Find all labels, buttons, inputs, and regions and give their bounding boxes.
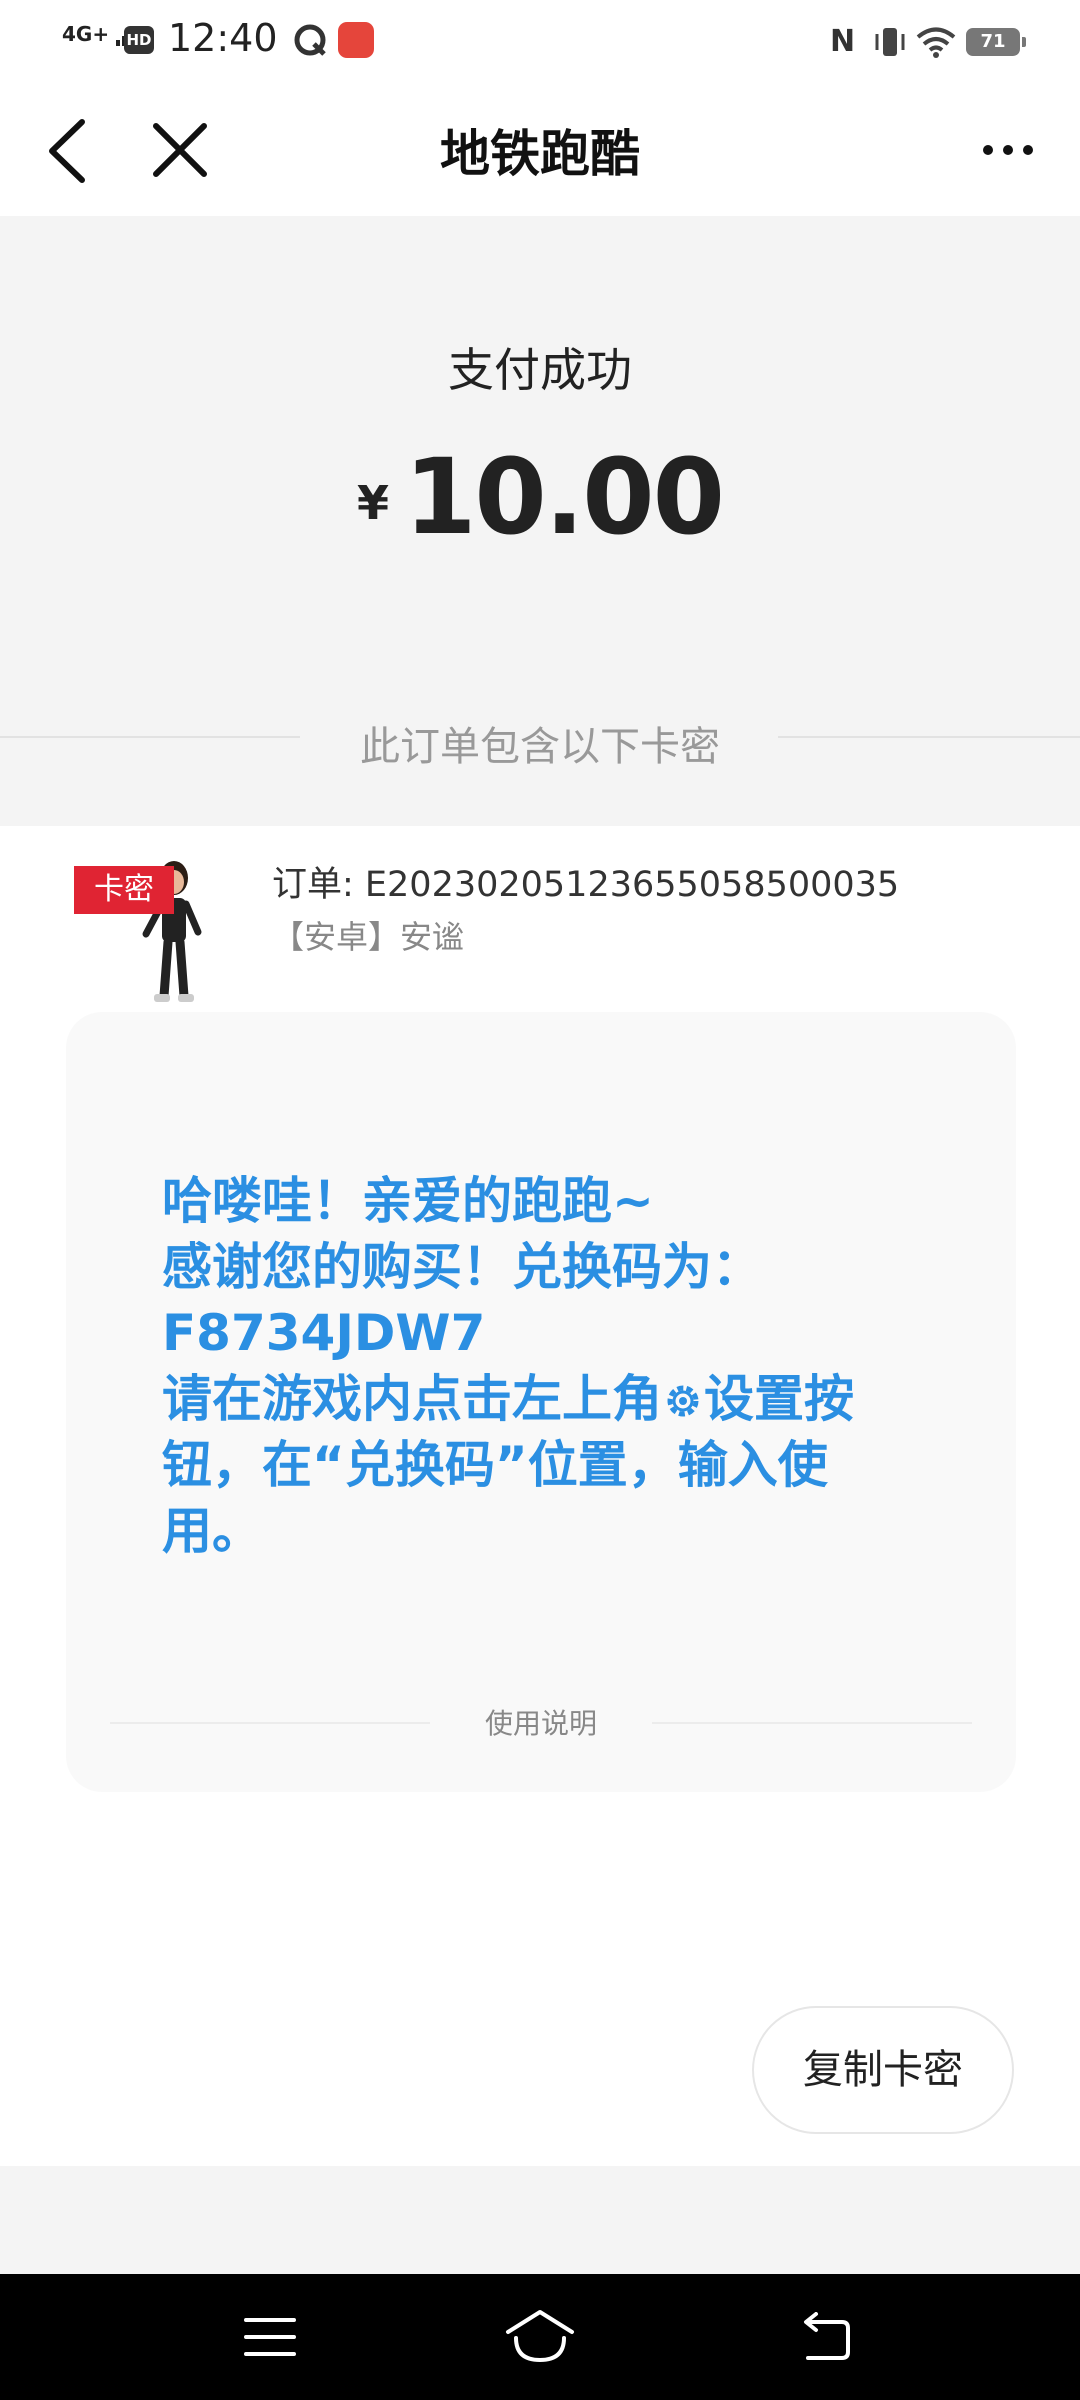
clock: 12:40 <box>168 16 278 60</box>
message-line: 哈喽哇！亲爱的跑跑~ <box>162 1172 654 1230</box>
card-key-badge: 卡密 <box>74 866 174 914</box>
usage-line-right <box>652 1722 972 1724</box>
payment-amount: ¥ 10.00 <box>0 436 1080 558</box>
card-key-panel: 卡密 订单: E20230205123655058500035 【安卓】安谧 哈… <box>0 826 1080 2166</box>
app-notification-icon <box>294 24 326 56</box>
message-text: 设置按 <box>704 1370 854 1428</box>
redeem-message-box: 哈喽哇！亲爱的跑跑~ 感谢您的购买！兑换码为： F8734JDW7 请在游戏内点… <box>66 1012 1016 1792</box>
more-options-icon[interactable] <box>980 140 1036 160</box>
status-bar: 4G+ HD 12:40 N 71 <box>0 0 1080 84</box>
message-line: 用。 <box>162 1502 262 1560</box>
shopping-app-icon <box>338 22 374 58</box>
currency-symbol: ¥ <box>356 476 389 530</box>
network-type: 4G+ <box>62 22 110 46</box>
hd-badge: HD <box>124 26 154 54</box>
page-title: 地铁跑酷 <box>440 125 640 183</box>
order-platform: 【安卓】安谧 <box>272 918 465 956</box>
wifi-icon <box>916 27 956 58</box>
gear-icon <box>667 1385 699 1417</box>
copy-card-key-button[interactable]: 复制卡密 <box>752 2006 1014 2134</box>
order-number: 订单: E20230205123655058500035 <box>272 865 900 905</box>
nfc-icon: N <box>830 24 856 59</box>
section-label: 此订单包含以下卡密 <box>360 724 720 770</box>
redeem-message: 哈喽哇！亲爱的跑跑~ 感谢您的购买！兑换码为： F8734JDW7 请在游戏内点… <box>162 1168 952 1564</box>
usage-divider: 使用说明 <box>110 1702 972 1742</box>
battery-icon: 71 <box>966 28 1026 56</box>
amount-value: 10.00 <box>404 436 725 558</box>
divider-line-right <box>778 736 1080 738</box>
vibrate-icon <box>875 28 905 56</box>
back-nav-icon[interactable] <box>796 2312 852 2362</box>
redeem-code: F8734JDW7 <box>162 1304 486 1362</box>
nav-bar: 地铁跑酷 <box>0 84 1080 216</box>
system-nav-bar <box>0 2274 1080 2400</box>
message-text: 请在游戏内点击左上角 <box>162 1370 662 1428</box>
recent-apps-icon[interactable] <box>244 2314 296 2360</box>
home-icon[interactable] <box>504 2308 576 2364</box>
message-line: 感谢您的购买！兑换码为： <box>162 1238 762 1296</box>
payment-summary: 支付成功 ¥ 10.00 此订单包含以下卡密 <box>0 216 1080 826</box>
payment-status: 支付成功 <box>448 343 632 397</box>
message-line: 钮，在“兑换码”位置，输入使 <box>162 1436 828 1494</box>
section-divider: 此订单包含以下卡密 <box>0 706 1080 770</box>
message-line: 请在游戏内点击左上角 设置按 <box>162 1366 952 1432</box>
